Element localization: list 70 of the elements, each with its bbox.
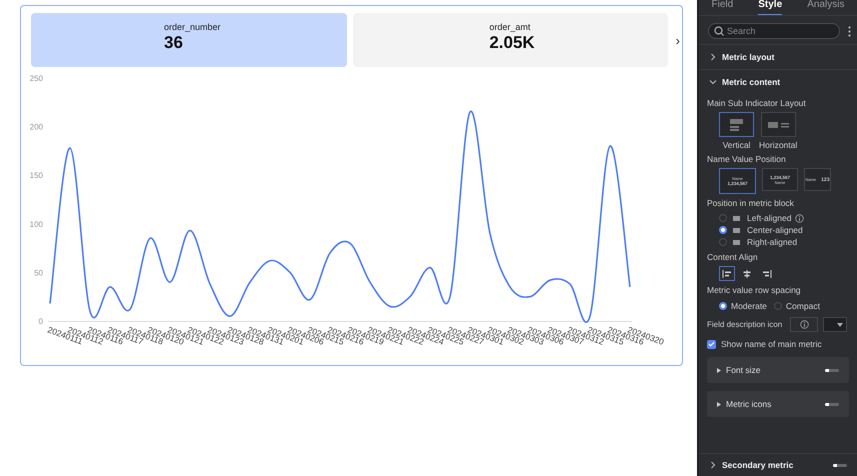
icon-picker[interactable] — [790, 317, 818, 332]
metric-name: order_number — [164, 22, 222, 32]
layout-icon — [768, 122, 789, 128]
panel-tab[interactable]: Field — [712, 0, 734, 14]
option-label: Moderate — [731, 300, 767, 310]
field-label: Content Align — [707, 252, 759, 262]
field-label: Main Sub Indicator Layout — [707, 98, 807, 108]
chevron-icon — [709, 53, 717, 61]
option-label: Right-aligned — [747, 237, 798, 247]
align-icon — [762, 270, 772, 278]
subsection-title: Font size — [726, 365, 762, 375]
check-icon — [708, 341, 715, 347]
align-icon — [722, 270, 732, 278]
radio-button[interactable] — [774, 302, 782, 310]
layout-option[interactable] — [719, 112, 754, 137]
metric-name: order_amt — [489, 22, 532, 32]
section-header[interactable]: Metric layout — [699, 44, 857, 69]
option-label: Show name of main metric — [721, 339, 822, 349]
section-header[interactable]: Secondary metric — [699, 453, 857, 476]
caret-icon — [717, 368, 721, 372]
y-axis-label: 100 — [30, 220, 43, 229]
option-label: Vertical — [722, 140, 750, 150]
section-title: Metric content — [722, 77, 782, 87]
info-icon — [800, 320, 809, 329]
section-title: Secondary metric — [722, 460, 794, 470]
layout-option[interactable] — [760, 112, 796, 137]
y-axis-label: 50 — [34, 268, 43, 278]
next-arrow[interactable]: › — [674, 32, 682, 48]
toggle-switch[interactable] — [825, 368, 839, 372]
y-axis-label: 0 — [38, 317, 43, 326]
caret-icon — [837, 322, 844, 326]
checkbox[interactable] — [707, 340, 716, 348]
field-label: Name Value Position — [707, 154, 787, 164]
caret-icon — [717, 402, 721, 406]
option-label: Horizontal — [759, 140, 798, 150]
panel-tab[interactable]: Style — [758, 0, 782, 15]
subsection-header[interactable]: Font size — [707, 357, 849, 383]
option-label: Left-aligned — [747, 213, 792, 223]
section-header[interactable]: Metric content — [699, 69, 857, 94]
toggle-switch[interactable] — [833, 464, 847, 466]
chevron-icon — [709, 78, 717, 86]
more-icon — [848, 26, 851, 36]
section-title: Metric layout — [722, 52, 776, 62]
layout-icon — [730, 118, 743, 130]
metric-card[interactable]: order_number 36 — [31, 13, 348, 67]
search-icon — [714, 26, 724, 36]
y-axis-label: 200 — [30, 122, 43, 132]
chevron-icon — [709, 461, 717, 469]
option-label: Compact — [786, 300, 820, 310]
align-option[interactable] — [719, 266, 735, 281]
radio-button[interactable] — [719, 214, 727, 222]
search-field[interactable]: Search — [708, 23, 840, 39]
option-label: Center-aligned — [747, 225, 803, 235]
metric-card[interactable]: order_amt 2.05K — [353, 13, 668, 67]
radio-button[interactable] — [719, 302, 727, 310]
panel-tab[interactable]: Analysis — [807, 0, 844, 14]
subsection-header[interactable]: Metric icons — [707, 391, 849, 417]
align-icon — [742, 270, 752, 278]
metric-value: 36 — [164, 33, 184, 53]
toggle-switch[interactable] — [825, 402, 839, 406]
y-axis-label: 150 — [30, 171, 43, 180]
metric-value: 2.05K — [489, 33, 536, 53]
radio-button[interactable] — [719, 226, 727, 234]
field-label: Field description icon — [707, 320, 782, 329]
field-label: Position in metric block — [707, 198, 795, 208]
subsection-title: Metric icons — [726, 399, 772, 409]
radio-button[interactable] — [719, 238, 727, 246]
color-picker[interactable] — [823, 317, 848, 332]
field-label: Metric value row spacing — [707, 285, 802, 295]
y-axis-label: 250 — [30, 74, 43, 83]
